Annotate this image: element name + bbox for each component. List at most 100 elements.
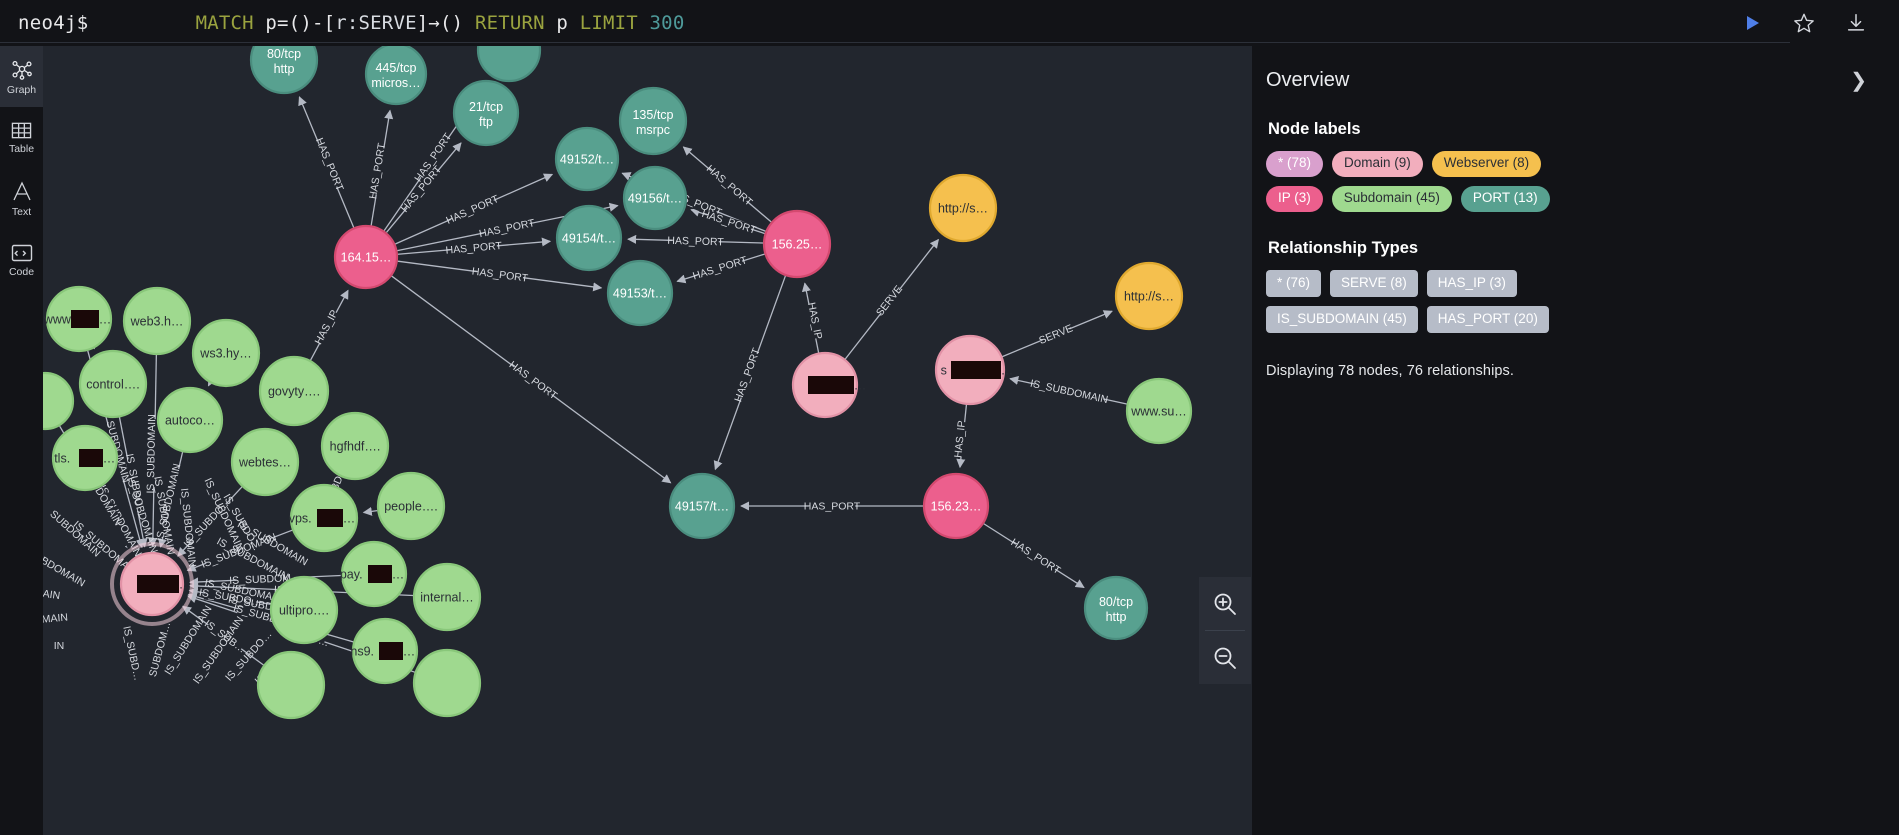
graph-node[interactable]: webtes… bbox=[230, 427, 300, 497]
graph-node-label-prefix: vps. bbox=[289, 512, 312, 526]
edge-label: HAS_PORT bbox=[700, 208, 758, 237]
relationship-types-heading: Relationship Types bbox=[1268, 238, 1419, 257]
graph-edge[interactable] bbox=[207, 376, 217, 387]
graph-node[interactable]: web3.h… bbox=[122, 286, 192, 356]
graph-node-label: people…. bbox=[384, 500, 438, 514]
graph-node[interactable]: 49153/t… bbox=[606, 259, 674, 327]
zoom-out-button[interactable] bbox=[1199, 631, 1251, 684]
edge-label: HAS_IP bbox=[313, 308, 341, 347]
graph-node[interactable]: 80/tcphttp bbox=[1083, 575, 1149, 641]
graph-node-label: 445/tcp bbox=[375, 61, 416, 75]
zoom-out-icon bbox=[1214, 647, 1236, 669]
query-token-arrow: ]→() bbox=[416, 11, 475, 34]
node-label-chip[interactable]: Webserver (8) bbox=[1431, 151, 1542, 177]
graph-node[interactable]: http://s… bbox=[1114, 261, 1184, 331]
node-label-chip[interactable]: Domain (9) bbox=[1332, 151, 1423, 177]
graph-node[interactable]: ns9.… bbox=[350, 617, 419, 685]
query-token-limit: LIMIT bbox=[579, 11, 650, 34]
query-token-relationship: r:SERVE bbox=[335, 11, 417, 34]
graph-node-label: web3.h… bbox=[130, 315, 184, 329]
relationship-type-chip[interactable]: * (76) bbox=[1266, 269, 1322, 297]
node-label-chip[interactable]: Subdomain (45) bbox=[1331, 185, 1452, 212]
graph-node-label-ellipsis: … bbox=[392, 568, 405, 582]
graph-node[interactable]: 445/tcpmicros… bbox=[364, 46, 428, 106]
graph-node-circle[interactable] bbox=[43, 371, 75, 431]
chevron-right-icon[interactable]: ❯ bbox=[1846, 68, 1871, 93]
graph-node-circle[interactable] bbox=[256, 650, 326, 720]
node-label-chip-list: * (78) Domain (9) Webserver (8) IP (3) Subdo… bbox=[1266, 151, 1566, 212]
relationship-type-chip[interactable]: SERVE (8) bbox=[1330, 269, 1418, 297]
graph-edge[interactable] bbox=[362, 506, 378, 516]
edge-label: SERVE bbox=[874, 283, 905, 318]
graph-node[interactable]: govyty…. bbox=[258, 355, 330, 427]
edge-label: IN bbox=[54, 640, 65, 652]
neo4j-browser-window: neo4j$ MATCH p=()-[r:SERVE]→() RETURN p … bbox=[0, 0, 1899, 835]
graph-node[interactable]: 21/tcpftp bbox=[452, 79, 520, 147]
graph-node[interactable]: 49154/t… bbox=[555, 204, 623, 272]
download-button[interactable] bbox=[1843, 10, 1869, 36]
graph-node[interactable]: control…. bbox=[78, 349, 148, 419]
star-icon bbox=[1794, 13, 1814, 33]
graph-node[interactable]: ultipro…. bbox=[269, 575, 339, 645]
graph-node[interactable]: 49152/t… bbox=[554, 126, 620, 192]
graph-node-circle[interactable] bbox=[364, 46, 428, 106]
edge-label: HAS_PORT bbox=[732, 346, 763, 404]
node-label-chip[interactable]: IP (3) bbox=[1266, 185, 1323, 212]
edge-label: SERVE bbox=[1037, 322, 1074, 347]
graph-node[interactable]: 135/tcpmsrpc bbox=[618, 86, 688, 156]
graph-node[interactable]: 156.23… bbox=[922, 472, 990, 540]
redacted-label-block bbox=[317, 509, 343, 527]
graph-icon bbox=[11, 60, 32, 80]
query-token-variable: p bbox=[556, 11, 580, 34]
zoom-controls bbox=[1199, 577, 1251, 684]
graph-node[interactable]: 49157/t… bbox=[668, 472, 736, 540]
node-label-chip[interactable]: PORT (13) bbox=[1460, 185, 1550, 212]
code-icon bbox=[11, 244, 32, 261]
graph-node-circle[interactable] bbox=[412, 648, 482, 718]
graph-node[interactable] bbox=[256, 650, 326, 720]
graph-node[interactable]: 164.15… bbox=[333, 224, 399, 290]
run-query-button[interactable] bbox=[1739, 10, 1765, 36]
play-icon bbox=[1747, 16, 1759, 30]
node-label-chip[interactable]: * (78) bbox=[1266, 151, 1324, 177]
graph-node[interactable]: www… bbox=[43, 285, 113, 353]
graph-node-circle[interactable] bbox=[476, 46, 542, 83]
relationship-type-chip[interactable]: HAS_IP (3) bbox=[1426, 269, 1517, 297]
favorite-button[interactable] bbox=[1791, 10, 1817, 36]
graph-node[interactable]: … bbox=[791, 351, 866, 419]
graph-node[interactable]: people…. bbox=[376, 471, 446, 541]
graph-node[interactable]: 49156/t… bbox=[622, 165, 688, 231]
text-icon bbox=[12, 181, 31, 201]
edge-label: HAS_PORT bbox=[313, 136, 346, 193]
graph-node[interactable]: ws3.hy… bbox=[191, 318, 261, 388]
zoom-in-button[interactable] bbox=[1199, 577, 1251, 630]
relationship-type-chip[interactable]: IS_SUBDOMAIN (45) bbox=[1266, 305, 1418, 334]
graph-node[interactable]: vps.… bbox=[289, 483, 359, 553]
graph-node[interactable] bbox=[476, 46, 542, 83]
graph-node-label: ws3.hy… bbox=[199, 347, 251, 361]
query-editor[interactable]: neo4j$ MATCH p=()-[r:SERVE]→() RETURN p … bbox=[0, 3, 1790, 43]
graph-node[interactable]: tls.… bbox=[51, 424, 119, 492]
graph-node[interactable] bbox=[412, 648, 482, 718]
graph-node[interactable]: s… bbox=[934, 334, 1013, 406]
graph-node[interactable] bbox=[43, 371, 75, 431]
relationship-type-chip[interactable]: HAS_PORT (20) bbox=[1426, 305, 1549, 334]
graph-node[interactable]: 80/tcphttp bbox=[249, 46, 319, 95]
graph-node-label-ellipsis: … bbox=[99, 313, 112, 327]
redacted-label-block bbox=[79, 449, 103, 467]
graph-node[interactable]: http://s… bbox=[928, 173, 998, 243]
graph-node[interactable]: pay.… bbox=[340, 540, 408, 608]
graph-node[interactable]: hgfhdf…. bbox=[320, 411, 390, 481]
graph-node-label: hgfhdf…. bbox=[330, 440, 381, 454]
graph-node[interactable]: www.su… bbox=[1125, 377, 1193, 445]
sidebar-item-code[interactable]: Code bbox=[0, 229, 43, 290]
graph-node-label: 164.15… bbox=[341, 251, 392, 265]
graph-node[interactable]: autoco… bbox=[156, 386, 224, 454]
sidebar-item-graph[interactable]: Graph bbox=[0, 46, 43, 107]
graph-node[interactable]: … bbox=[110, 542, 194, 626]
graph-node[interactable]: internal… bbox=[412, 562, 482, 632]
sidebar-item-table[interactable]: Table bbox=[0, 107, 43, 168]
graph-canvas[interactable]: HAS_PORT HAS_PORT HAS_PORT HAS_PORT HAS_PORT… bbox=[43, 46, 1252, 835]
graph-node[interactable]: 156.25… bbox=[762, 209, 832, 279]
sidebar-item-text[interactable]: Text bbox=[0, 168, 43, 229]
